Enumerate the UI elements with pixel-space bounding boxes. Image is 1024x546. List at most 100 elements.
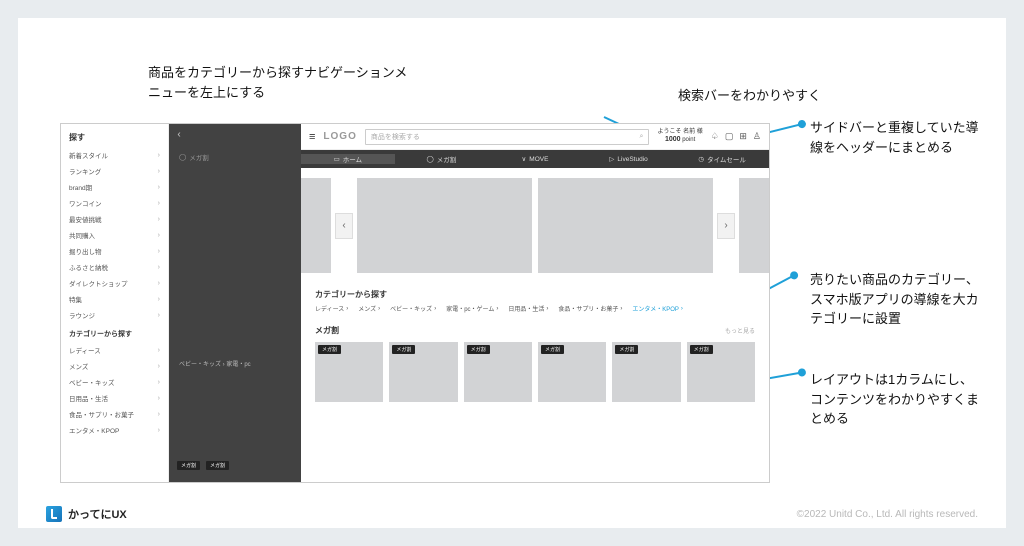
chevron-right-icon: › (158, 200, 160, 207)
sidebar-item[interactable]: ランキング› (61, 163, 168, 179)
sale-badge: メガ割 (615, 345, 638, 354)
sidebar-item[interactable]: 新着スタイル› (61, 147, 168, 163)
close-icon[interactable]: ‹ (173, 128, 185, 140)
sidebar-cat-item[interactable]: エンタメ・KPOP› (61, 422, 168, 438)
category-link[interactable]: レディース › (315, 304, 348, 313)
welcome-text: ようこそ 名前 様 1000 point (657, 129, 702, 143)
sidebar-cat-item[interactable]: レディース› (61, 342, 168, 358)
product-card[interactable]: メガ割 (538, 342, 606, 402)
hamburger-icon[interactable]: ≡ (309, 131, 315, 143)
bookmark-icon[interactable]: ▢ (725, 131, 734, 142)
chevron-right-icon: › (346, 306, 348, 312)
category-link[interactable]: エンタメ・KPOP › (632, 304, 683, 313)
chevron-right-icon: › (158, 232, 160, 239)
chevron-right-icon: › (158, 168, 160, 175)
hero-slide-prev (301, 178, 331, 273)
tab-ホーム[interactable]: ▭ホーム (301, 154, 395, 164)
category-section-title: カテゴリーから探す (301, 285, 769, 302)
hero-carousel: ‹ › (301, 168, 769, 285)
chevron-right-icon: › (378, 306, 380, 312)
category-link[interactable]: 家電・pc・ゲーム › (446, 304, 498, 313)
sidebar-cat-item[interactable]: メンズ› (61, 358, 168, 374)
hero-slide[interactable] (357, 178, 532, 273)
category-link[interactable]: ベビー・キッズ › (390, 304, 436, 313)
product-card[interactable]: メガ割 (315, 342, 383, 402)
chevron-right-icon: › (158, 411, 160, 418)
annotation-search: 検索バーをわかりやすく (678, 86, 821, 106)
play-icon: ▷ (609, 155, 614, 163)
sale-badge: メガ割 (392, 345, 415, 354)
sidebar-cat-title: カテゴリーから探す (61, 323, 168, 342)
product-card[interactable]: メガ割 (612, 342, 680, 402)
hero-slide[interactable] (538, 178, 713, 273)
category-link[interactable]: メンズ › (358, 304, 380, 313)
sidebar-item[interactable]: ラウンジ› (61, 307, 168, 323)
mockup: ◯ メガ割 ベビー・キッズ › 家電・pc メガ割 メガ割 探す 新着スタイル›… (60, 123, 770, 483)
annotation-layout: レイアウトは1カラムにし、コンテンツをわかりやすくまとめる (810, 370, 985, 429)
hero-slide-next (739, 178, 769, 273)
user-icon[interactable]: ♙ (753, 131, 761, 142)
sale-badge: メガ割 (318, 345, 341, 354)
chevron-right-icon: › (158, 280, 160, 287)
ghost-tab: ◯ メガ割 (179, 152, 209, 162)
chevron-right-icon: › (158, 312, 160, 319)
annotation-header: サイドバーと重複していた導線をヘッダーにまとめる (810, 118, 980, 157)
sidebar-item[interactable]: brand期› (61, 179, 168, 195)
chevron-right-icon: › (434, 306, 436, 312)
mega-row: メガ割メガ割メガ割メガ割メガ割メガ割 (301, 338, 769, 406)
category-link[interactable]: 日用品・生活 › (508, 304, 548, 313)
sidebar-item[interactable]: 最安値挑戦› (61, 211, 168, 227)
logo[interactable]: LOGO (323, 131, 356, 142)
clock-icon: ◷ (698, 155, 704, 163)
sidebar-item[interactable]: 特集› (61, 291, 168, 307)
sidebar-item[interactable]: ダイレクトショップ› (61, 275, 168, 291)
sidebar-cat-item[interactable]: ベビー・キッズ› (61, 374, 168, 390)
chevron-right-icon: › (496, 306, 498, 312)
brand-icon (46, 506, 62, 522)
sidebar-cat-item[interactable]: 食品・サプリ・お菓子› (61, 406, 168, 422)
tab-タイムセール[interactable]: ◷タイムセール (675, 154, 769, 164)
chevrons-icon: ∨ (522, 155, 527, 163)
category-link[interactable]: 食品・サプリ・お菓子 › (558, 304, 622, 313)
chevron-right-icon: › (158, 216, 160, 223)
tab-MOVE[interactable]: ∨MOVE (488, 155, 582, 163)
header-icons: ♤ ▢ ⊞ ♙ (711, 131, 761, 142)
mega-more-link[interactable]: もっと見る (725, 326, 755, 335)
notify-icon[interactable]: ♤ (711, 131, 719, 142)
search-input[interactable]: 商品を検索する ⌕ (365, 129, 650, 145)
ghost-cat-row: ベビー・キッズ › 家電・pc (179, 359, 251, 368)
chevron-right-icon: › (158, 184, 160, 191)
chevron-right-icon: › (158, 363, 160, 370)
search-placeholder: 商品を検索する (371, 132, 420, 142)
chevron-right-icon: › (158, 395, 160, 402)
brand-name: かってにUX (68, 506, 127, 522)
tab-LiveStudio[interactable]: ▷LiveStudio (582, 155, 676, 163)
carousel-prev-button[interactable]: ‹ (335, 213, 353, 239)
chevron-right-icon: › (158, 347, 160, 354)
sidebar-item[interactable]: 共同購入› (61, 227, 168, 243)
product-card[interactable]: メガ割 (464, 342, 532, 402)
ghost-chip: メガ割 (177, 461, 200, 470)
search-icon[interactable]: ⌕ (640, 133, 644, 141)
sidebar-cat-item[interactable]: 日用品・生活› (61, 390, 168, 406)
chevron-right-icon: › (158, 379, 160, 386)
ghost-chips: メガ割 メガ割 (177, 461, 229, 470)
chevron-right-icon: › (546, 306, 548, 312)
page-frame: 商品をカテゴリーから探すナビゲーションメニューを左上にする 検索バーをわかりやす… (18, 18, 1006, 528)
sidebar-item[interactable]: 掘り出し物› (61, 243, 168, 259)
nav-tabs: ▭ホーム◯メガ割∨MOVE▷LiveStudio◷タイムセール (301, 150, 769, 168)
category-row: レディース › メンズ › ベビー・キッズ › 家電・pc・ゲーム › 日用品・生活 ›… (301, 302, 769, 321)
carousel-next-button[interactable]: › (717, 213, 735, 239)
product-card[interactable]: メガ割 (687, 342, 755, 402)
product-card[interactable]: メガ割 (389, 342, 457, 402)
home-icon: ▭ (334, 155, 340, 163)
tab-メガ割[interactable]: ◯メガ割 (395, 154, 489, 164)
footer: かってにUX ©2022 Unitd Co., Ltd. All rights … (36, 506, 988, 522)
chevron-right-icon: › (158, 248, 160, 255)
sidebar-item[interactable]: ワンコイン› (61, 195, 168, 211)
brand: かってにUX (46, 506, 127, 522)
chevron-right-icon: › (158, 152, 160, 159)
sale-badge: メガ割 (467, 345, 490, 354)
sidebar-item[interactable]: ふるさと納税› (61, 259, 168, 275)
cart-icon[interactable]: ⊞ (739, 131, 747, 142)
